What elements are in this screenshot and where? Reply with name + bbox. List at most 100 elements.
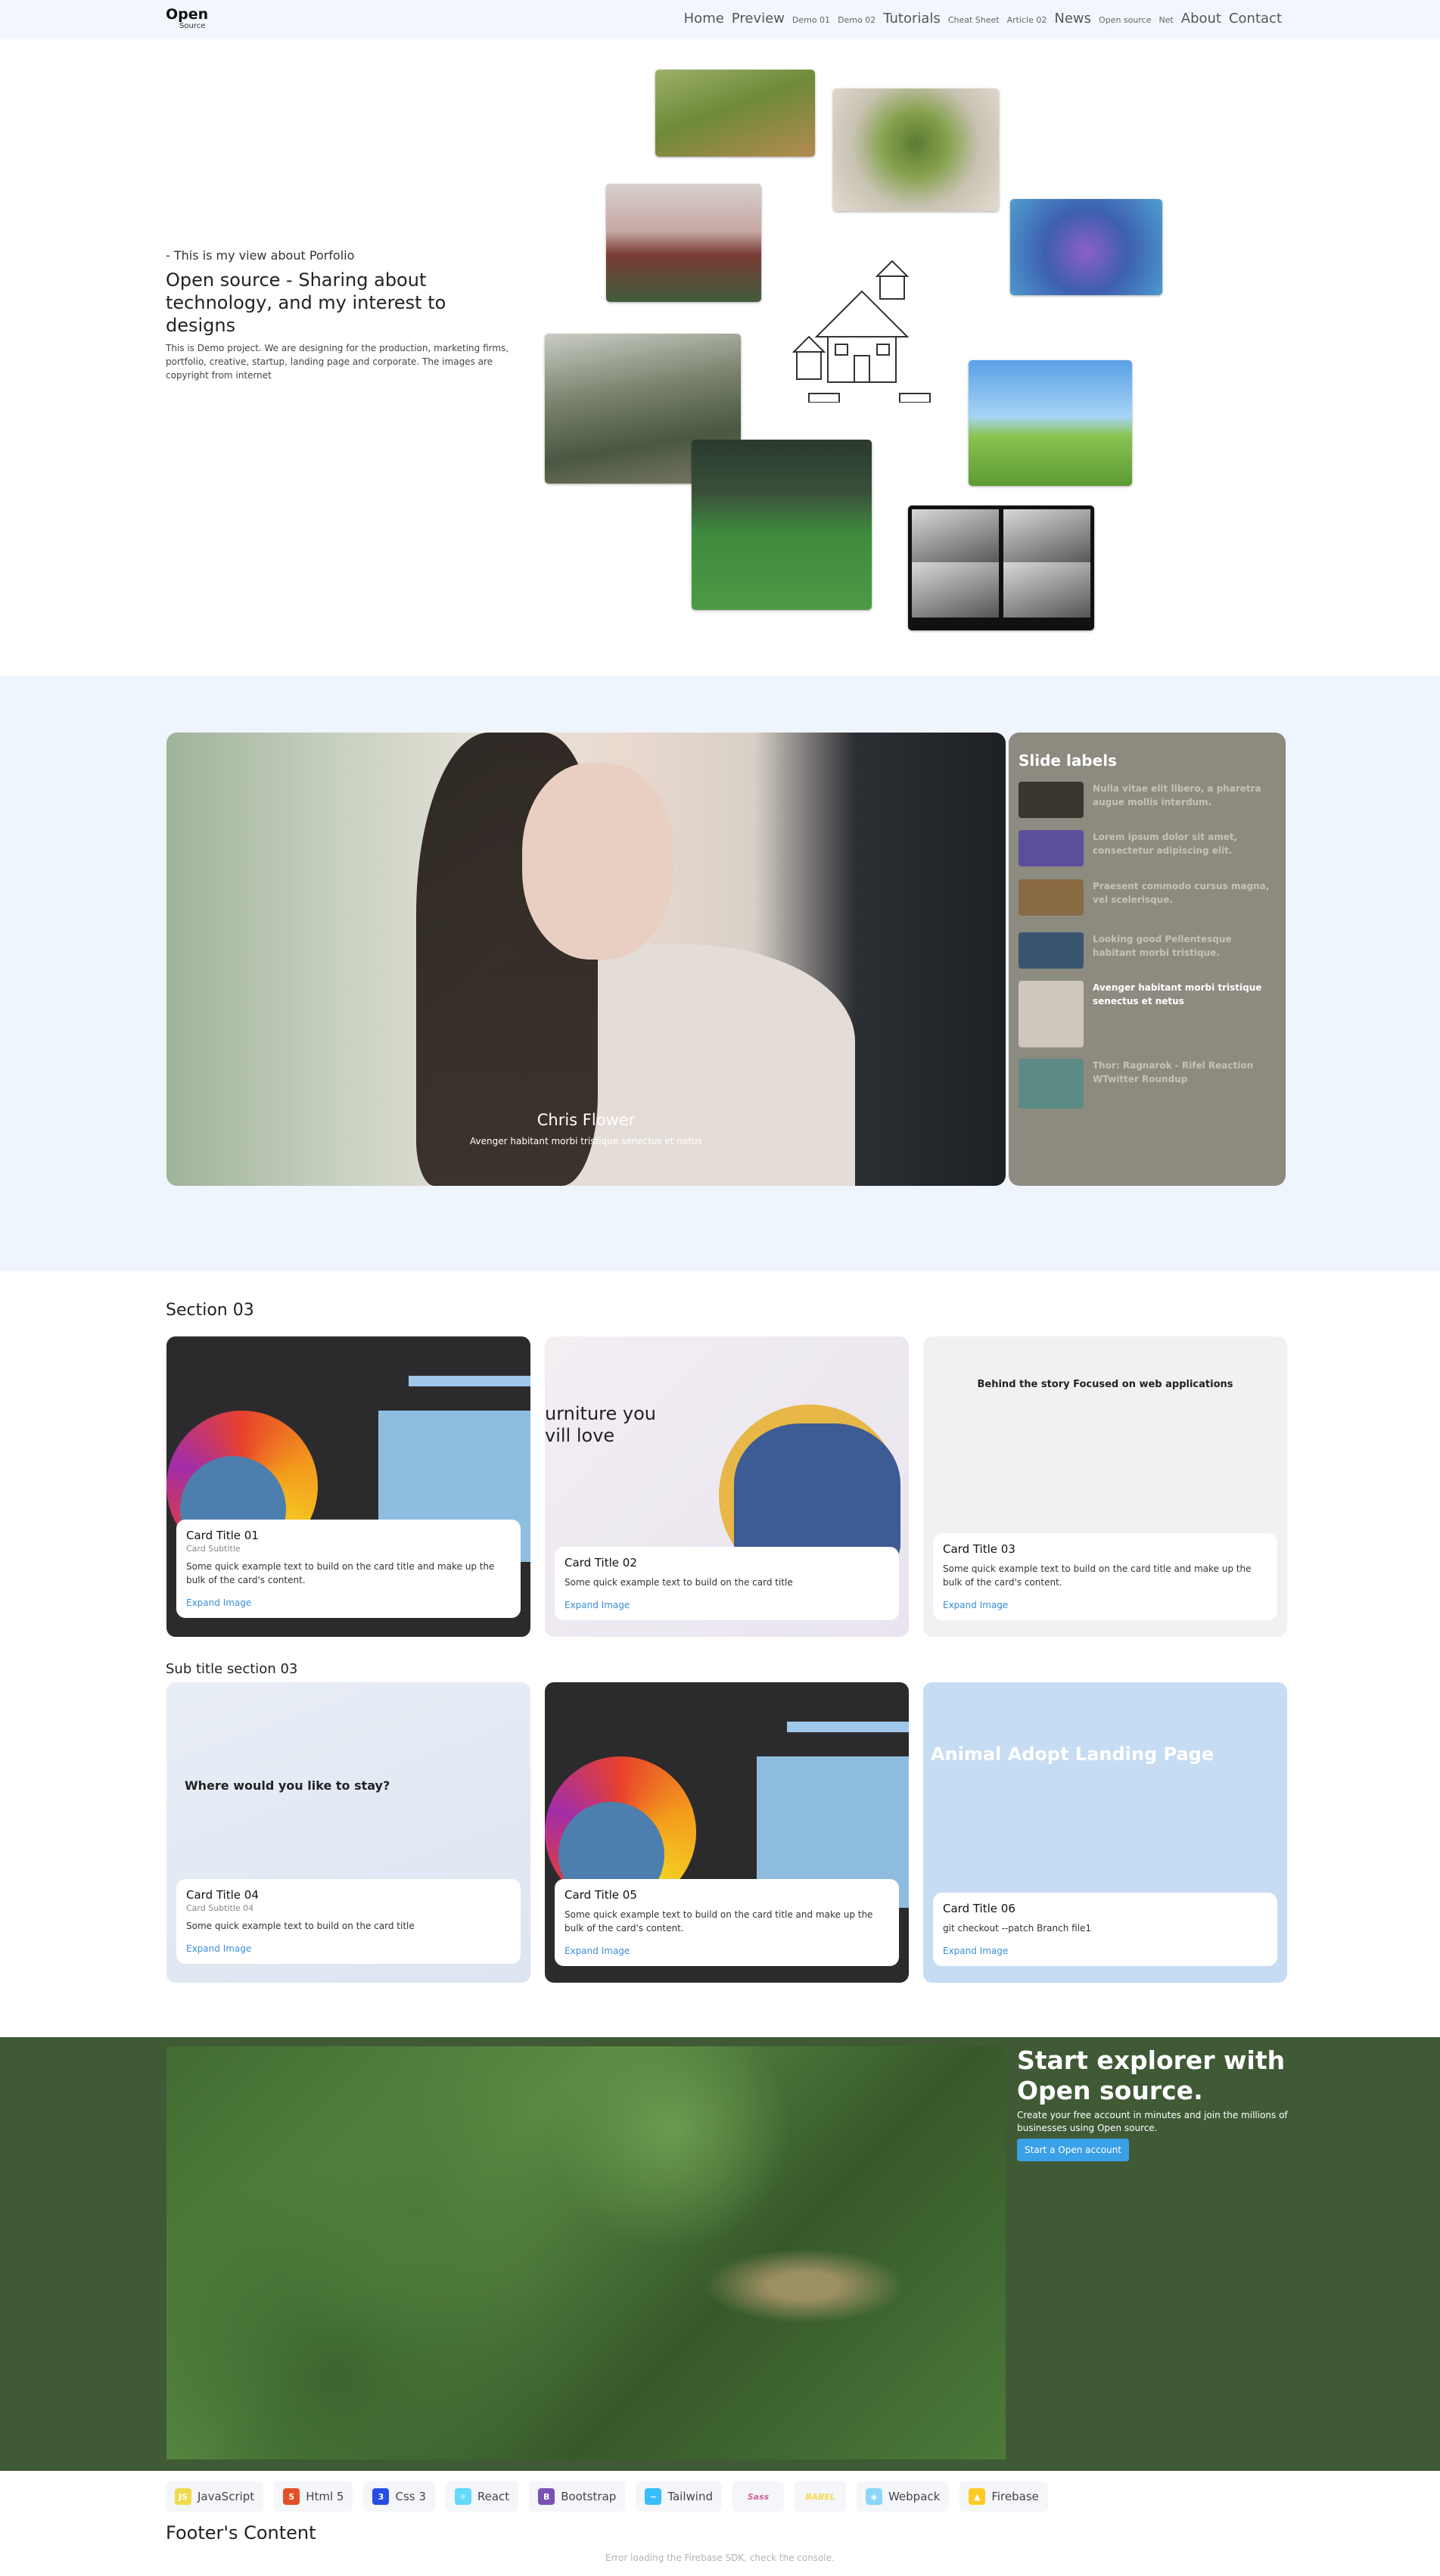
- nav-link[interactable]: About: [1181, 11, 1221, 26]
- card-04[interactable]: Where would you like to stay? Card Title…: [166, 1682, 530, 1983]
- card-01[interactable]: Card Title 01 Card Subtitle Some quick e…: [166, 1336, 530, 1637]
- gallery-image-football-team[interactable]: [692, 440, 872, 610]
- nav-link[interactable]: Demo 01: [792, 15, 830, 25]
- slide-labels-title: Slide labels: [1019, 751, 1117, 770]
- nav-link[interactable]: Preview: [732, 11, 785, 26]
- js-icon: JS: [175, 2488, 191, 2505]
- nav-link[interactable]: News: [1054, 11, 1091, 26]
- nav-link[interactable]: Contact: [1229, 11, 1282, 26]
- card-03[interactable]: Behind the story Focused on web applicat…: [923, 1336, 1287, 1637]
- tech-chip[interactable]: JS JavaScript: [166, 2481, 264, 2512]
- card-body: Card Title 05 Some quick example text to…: [555, 1879, 899, 1966]
- expand-image-link[interactable]: Expand Image: [186, 1598, 251, 1608]
- tech-chip[interactable]: ▲ Firebase: [959, 2481, 1048, 2512]
- slide-label-thumbnail: [1019, 782, 1084, 818]
- tech-chip[interactable]: 3 Css 3: [363, 2481, 435, 2512]
- gallery-image-pagoda-trees[interactable]: [606, 184, 761, 302]
- card-text: Some quick example text to build on the …: [564, 1909, 873, 1934]
- logo-text-top: Open: [166, 6, 209, 23]
- tech-chip[interactable]: ~ Tailwind: [636, 2481, 722, 2512]
- css3-icon: 3: [372, 2488, 390, 2505]
- gallery-image-house-sketch[interactable]: [786, 246, 939, 403]
- tech-chip[interactable]: Sass: [732, 2481, 784, 2512]
- slide-label-text: Lorem ipsum dolor sit amet, consectetur …: [1093, 832, 1238, 856]
- slide-label-thumbnail: [1019, 1059, 1084, 1109]
- gallery-image-treehouse[interactable]: [833, 89, 999, 211]
- card-text: Some quick example text to build on the …: [186, 1561, 495, 1585]
- card-subtitle: Card Subtitle 04: [186, 1903, 254, 1913]
- card-title: Card Title 02: [564, 1556, 637, 1570]
- tech-chip[interactable]: B Bootstrap: [529, 2481, 626, 2512]
- nav-menu: Home Preview Demo 01 Demo 02 Tutorials Cheat …: [684, 11, 1282, 26]
- expand-image-link[interactable]: Expand Image: [564, 1600, 630, 1610]
- firebase-icon: ▲: [969, 2488, 986, 2505]
- slide-label-thumbnail: [1019, 932, 1084, 969]
- card-bg-heading: Behind the story Focused on web applicat…: [977, 1379, 1233, 1390]
- slide-label-item[interactable]: Avenger habitant morbi tristique senectu…: [1019, 981, 1276, 1047]
- expand-image-link[interactable]: Expand Image: [564, 1946, 630, 1956]
- card-bg-shape: [409, 1376, 530, 1386]
- gallery-image-sketch-grid[interactable]: [908, 506, 1094, 630]
- tech-stack-row: JS JavaScript 5 Html 5 3 Css 3 ⚛ React B Bootstra…: [166, 2481, 1048, 2512]
- gallery-image-village[interactable]: [655, 70, 815, 157]
- tech-chip[interactable]: ◈ Webpack: [856, 2481, 950, 2512]
- webpack-icon: ◈: [865, 2488, 882, 2505]
- nav-link[interactable]: Tutorials: [883, 11, 941, 26]
- site-logo[interactable]: Open Source: [166, 8, 208, 30]
- slide-label-text: Avenger habitant morbi tristique senectu…: [1093, 982, 1262, 1006]
- slide-label-text: Thor: Ragnarok - Rifel Reaction WTwitter…: [1093, 1060, 1254, 1084]
- gallery-image-fantasy-castle[interactable]: [1010, 199, 1162, 295]
- card-bg-shape: [787, 1722, 909, 1732]
- bootstrap-icon: B: [538, 2488, 555, 2505]
- card-text: Some quick example text to build on the …: [943, 1563, 1252, 1588]
- expand-image-link[interactable]: Expand Image: [186, 1943, 251, 1954]
- sketch-panel: [1003, 562, 1090, 618]
- slide-label-item[interactable]: Thor: Ragnarok - Rifel Reaction WTwitter…: [1019, 1059, 1276, 1109]
- card-title: Card Title 04: [186, 1888, 259, 1902]
- card-title: Card Title 05: [564, 1888, 637, 1902]
- nav-link[interactable]: Home: [684, 11, 724, 26]
- nav-link[interactable]: Open source: [1099, 15, 1151, 25]
- tech-label: Firebase: [991, 2490, 1039, 2503]
- slide-photo-shape: [522, 763, 673, 960]
- nav-link[interactable]: Demo 02: [838, 15, 876, 25]
- footer-title: Footer's Content: [166, 2522, 316, 2543]
- sketch-panel: [1003, 509, 1090, 565]
- tech-label: Bootstrap: [561, 2490, 617, 2503]
- expand-image-link[interactable]: Expand Image: [943, 1946, 1008, 1956]
- nav-link[interactable]: Cheat Sheet: [948, 15, 1000, 25]
- tech-label: Tailwind: [667, 2490, 713, 2503]
- start-account-button[interactable]: Start a Open account: [1017, 2139, 1129, 2161]
- logo-text-bottom: Source: [179, 22, 206, 30]
- tech-label: Webpack: [888, 2490, 941, 2503]
- card-02[interactable]: urniture you vill love Card Title 02 Som…: [545, 1336, 909, 1637]
- cta-title: Start explorer with Open source.: [1017, 2046, 1286, 2105]
- card-title: Card Title 01: [186, 1529, 259, 1542]
- gallery-image-green-hills[interactable]: [969, 360, 1132, 486]
- nav-link[interactable]: Net: [1159, 15, 1173, 25]
- slide-label-item[interactable]: Lorem ipsum dolor sit amet, consectetur …: [1019, 830, 1276, 866]
- card-body: Card Title 02 Some quick example text to…: [555, 1547, 899, 1620]
- tech-chip[interactable]: ⚛ React: [445, 2481, 519, 2512]
- cta-description: Create your free account in minutes and …: [1017, 2110, 1288, 2133]
- slide-caption-desc: Avenger habitant morbi tristique senectu…: [470, 1136, 702, 1146]
- footer-error-note: Error loading the Firebase SDK, check th…: [605, 2553, 835, 2563]
- tech-chip[interactable]: 5 Html 5: [274, 2481, 353, 2512]
- nav-link[interactable]: Article 02: [1007, 15, 1047, 25]
- slide-label-item[interactable]: Nulla vitae elit libero, a pharetra augu…: [1019, 782, 1276, 818]
- card-subtitle: Card Subtitle: [186, 1544, 241, 1554]
- tailwind-icon: ~: [645, 2488, 662, 2505]
- slide-label-item[interactable]: Praesent commodo cursus magna, vel scele…: [1019, 879, 1276, 916]
- tech-label: Html 5: [306, 2490, 344, 2503]
- card-06[interactable]: Animal Adopt Landing Page Card Title 06 …: [923, 1682, 1287, 1983]
- tech-chip[interactable]: BABEL: [794, 2481, 846, 2512]
- expand-image-link[interactable]: Expand Image: [943, 1600, 1008, 1610]
- card-05[interactable]: Card Title 05 Some quick example text to…: [545, 1682, 909, 1983]
- tech-label: React: [477, 2490, 510, 2503]
- card-text: Some quick example text to build on the …: [564, 1577, 793, 1588]
- slide-label-item[interactable]: Looking good Pellentesque habitant morbi…: [1019, 932, 1276, 969]
- sass-icon: Sass: [747, 2491, 770, 2502]
- slide-label-text: Praesent commodo cursus magna, vel scele…: [1093, 881, 1270, 905]
- hero-description: This is Demo project. We are designing f…: [166, 343, 509, 381]
- top-navbar: Open Source Home Preview Demo 01 Demo 02 Tut…: [0, 0, 1440, 39]
